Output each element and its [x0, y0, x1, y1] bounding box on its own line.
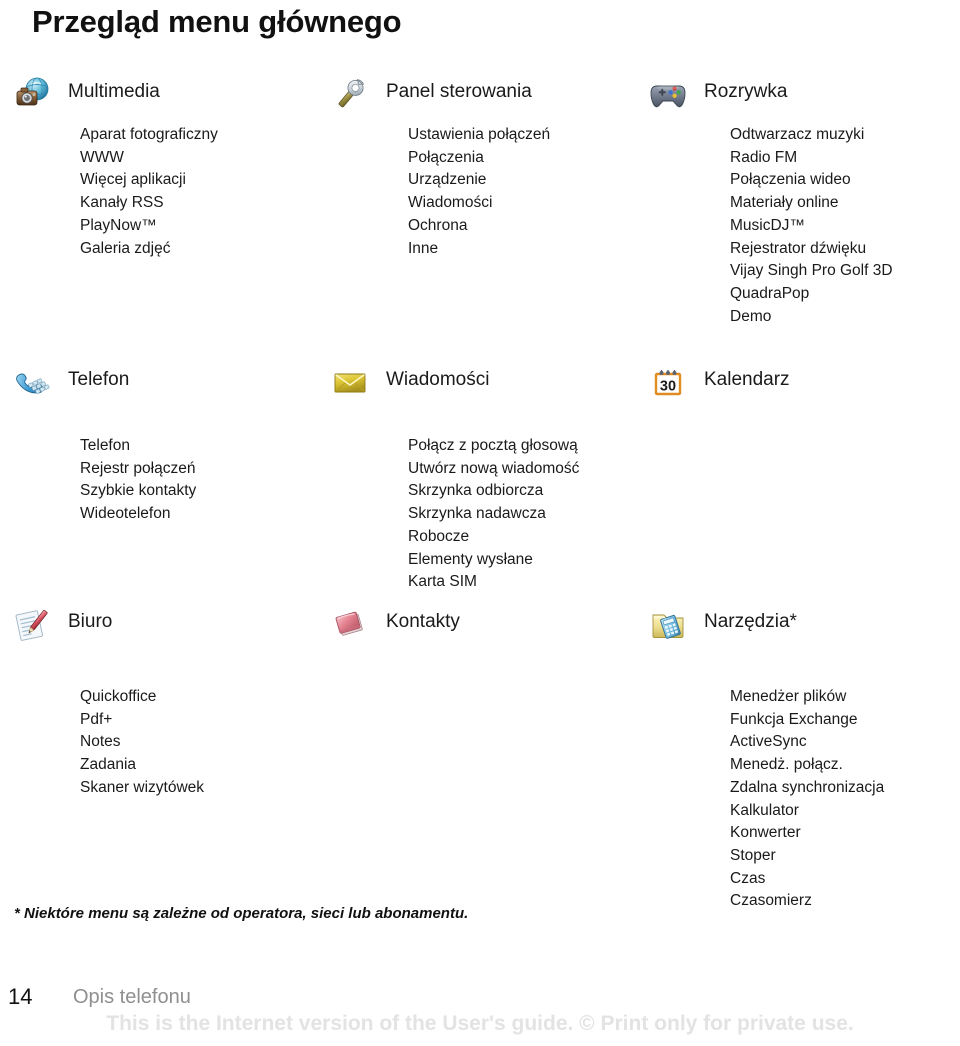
list-item: Zdalna synchronizacja [730, 778, 885, 796]
list-item: Karta SIM [408, 573, 477, 591]
list-item: ActiveSync [730, 733, 807, 751]
section-title: Panel sterowania [386, 81, 532, 102]
list-item: Telefon [80, 437, 130, 454]
list-item: Materiały online [730, 194, 839, 212]
section-header: Panel sterowania [330, 74, 550, 118]
pink-book-icon [330, 604, 370, 644]
section-item-list: Aparat fotograficzny WWW Więcej aplikacj… [12, 118, 218, 260]
list-item: Robocze [408, 527, 470, 545]
gamepad-icon [648, 74, 688, 114]
list-item: Funkcja Exchange [730, 710, 858, 728]
list-item: Quickoffice [80, 688, 157, 705]
footnote: * Niektóre menu są zależne od operatora,… [14, 905, 469, 922]
section-item-list: Telefon Rejestr połączeń Szybkie kontakt… [12, 406, 196, 526]
section-header: Multimedia [12, 74, 218, 118]
list-item: Czas [730, 869, 766, 887]
list-item: Notes [80, 733, 121, 751]
section-title: Multimedia [68, 81, 160, 102]
calendar-icon: 30 [648, 362, 688, 402]
section-title: Kontakty [386, 611, 460, 632]
calendar-day-number: 30 [660, 378, 676, 394]
list-item: Połączenia [408, 148, 484, 166]
list-item: Zadania [80, 756, 137, 774]
section-panel-sterowania: Panel sterowania Ustawienia połączeń Poł… [330, 74, 550, 260]
list-item: Kanały RSS [80, 194, 164, 212]
list-item: Skrzynka nadawcza [408, 505, 546, 523]
folder-calculator-icon [648, 604, 688, 644]
watermark-notice: This is the Internet version of the User… [106, 1012, 854, 1035]
list-item: Połącz z pocztą głosową [408, 437, 578, 454]
list-item: PlayNow™ [80, 216, 157, 234]
section-header: Wiadomości [330, 362, 579, 406]
list-item: Wideotelefon [80, 505, 171, 523]
list-item: Aparat fotograficzny [80, 126, 218, 143]
list-item: MusicDJ™ [730, 216, 805, 234]
section-telefon: Telefon Telefon Rejestr połączeń Szybkie… [12, 362, 196, 526]
list-item: Vijay Singh Pro Golf 3D [730, 262, 893, 280]
menu-overview-grid: Multimedia Aparat fotograficzny WWW Więc… [0, 0, 960, 1046]
list-item: Menedż. połącz. [730, 756, 843, 774]
section-title: Wiadomości [386, 369, 490, 390]
list-item: Czasomierz [730, 892, 812, 910]
section-title: Telefon [68, 369, 130, 390]
section-item-list: Odtwarzacz muzyki Radio FM Połączenia wi… [648, 118, 893, 328]
section-multimedia: Multimedia Aparat fotograficzny WWW Więc… [12, 74, 218, 260]
list-item: Odtwarzacz muzyki [730, 126, 865, 143]
list-item: Więcej aplikacji [80, 171, 186, 189]
section-header: Rozrywka [648, 74, 893, 118]
list-item: Pdf+ [80, 710, 113, 728]
list-item: Wiadomości [408, 194, 493, 212]
page-number: 14 [8, 984, 33, 1009]
list-item: Rejestr połączeń [80, 459, 196, 477]
section-title: Narzędzia* [704, 611, 797, 632]
list-item: Ustawienia połączeń [408, 126, 551, 143]
list-item: Elementy wysłane [408, 550, 533, 568]
list-item: Urządzenie [408, 171, 487, 189]
section-rozrywka: Rozrywka Odtwarzacz muzyki Radio FM Połą… [648, 74, 893, 328]
list-item: Demo [730, 307, 772, 325]
section-narzedzia: Narzędzia* Menedżer plików Funkcja Excha… [648, 604, 884, 913]
list-item: Rejestrator dźwięku [730, 239, 867, 257]
section-item-list: Quickoffice Pdf+ Notes Zadania Skaner wi… [12, 648, 204, 800]
list-item: Ochrona [408, 216, 468, 234]
section-header: Telefon [12, 362, 196, 406]
wrench-icon [330, 74, 370, 114]
list-item: Stoper [730, 846, 776, 864]
list-item: Galeria zdjęć [80, 239, 171, 257]
list-item: Utwórz nową wiadomość [408, 459, 580, 477]
section-item-list: Menedżer plików Funkcja Exchange ActiveS… [648, 648, 884, 913]
list-item: Szybkie kontakty [80, 482, 197, 500]
list-item: WWW [80, 148, 124, 166]
telephone-icon [12, 362, 52, 402]
section-wiadomosci: Wiadomości Połącz z pocztą głosową Utwór… [330, 362, 579, 594]
list-item: Radio FM [730, 148, 798, 166]
list-item: Skrzynka odbiorcza [408, 482, 544, 500]
envelope-icon [330, 362, 370, 402]
section-item-list: Połącz z pocztą głosową Utwórz nową wiad… [330, 406, 579, 594]
section-title: Kalendarz [704, 369, 790, 390]
notepad-pencil-icon [12, 604, 52, 644]
list-item: Skaner wizytówek [80, 778, 205, 796]
section-item-list: Ustawienia połączeń Połączenia Urządzeni… [330, 118, 550, 260]
section-header: Biuro [12, 604, 204, 648]
camera-globe-icon [12, 74, 52, 114]
section-header: Narzędzia* [648, 604, 884, 648]
section-title: Rozrywka [704, 81, 788, 102]
list-item: Połączenia wideo [730, 171, 851, 189]
section-title: Biuro [68, 611, 113, 632]
footer-chapter-label: Opis telefonu [73, 986, 191, 1008]
list-item: Inne [408, 239, 439, 257]
list-item: Menedżer plików [730, 688, 847, 705]
section-biuro: Biuro Quickoffice Pdf+ Notes Zadania Ska… [12, 604, 204, 800]
list-item: Kalkulator [730, 801, 799, 819]
list-item: Konwerter [730, 824, 801, 842]
list-item: QuadraPop [730, 284, 810, 302]
